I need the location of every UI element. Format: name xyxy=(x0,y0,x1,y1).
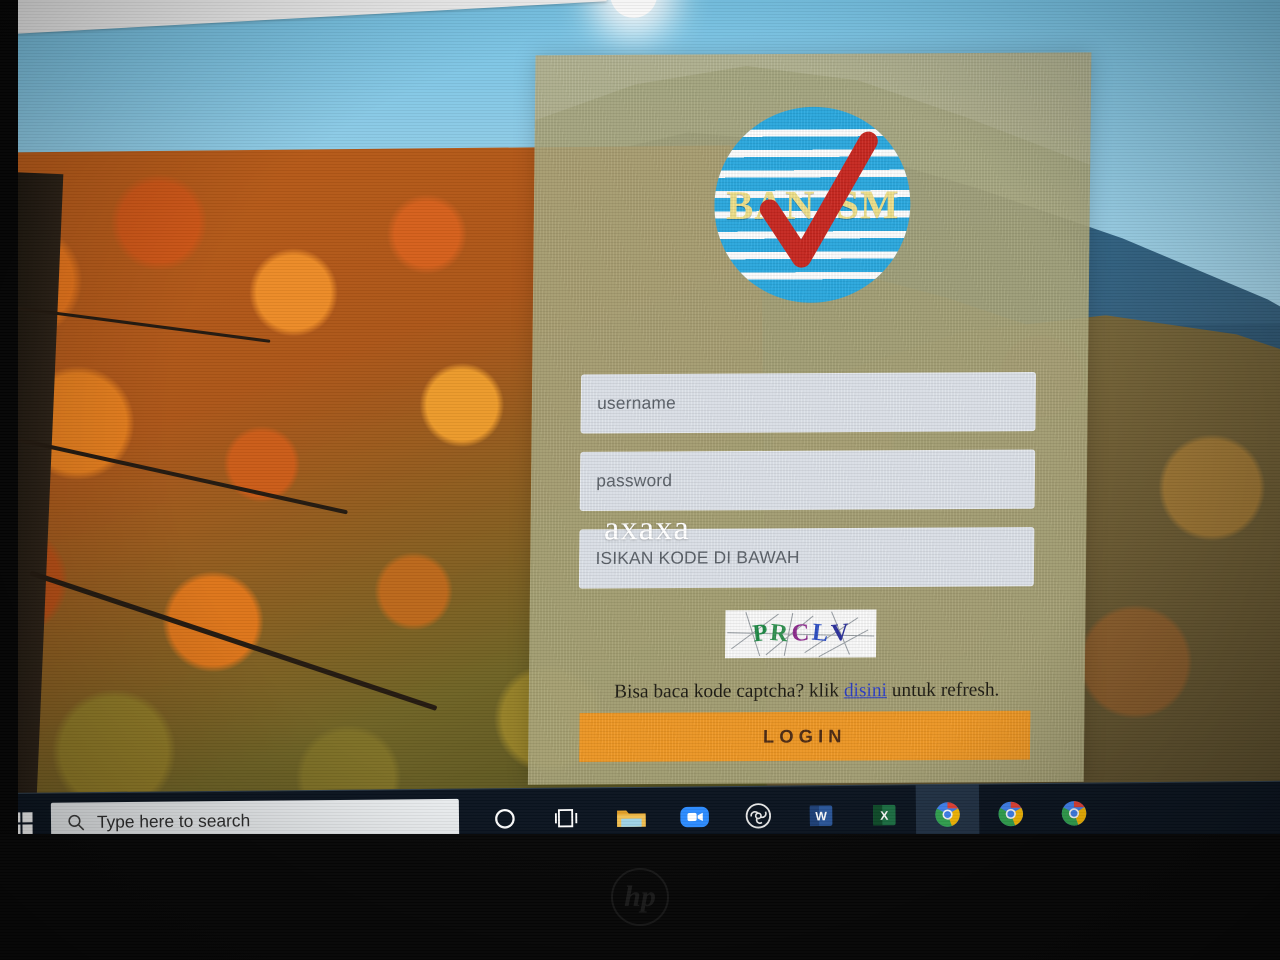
username-placeholder: username xyxy=(597,393,676,414)
logo-container: BAN SM xyxy=(712,106,911,304)
hint-text-after: untuk refresh. xyxy=(886,679,1000,702)
captcha-letter-2: R xyxy=(769,619,790,648)
photo-of-laptop-screen: BAN SM username password ISIKAN KODE DI … xyxy=(0,0,1280,960)
task-view-glyph-icon xyxy=(554,808,578,827)
microsoft-word-icon: W xyxy=(809,804,833,826)
captcha-image[interactable]: P R C L V xyxy=(725,609,877,659)
captcha-letter-4: L xyxy=(810,619,830,648)
captcha-letters: P R C L V xyxy=(725,609,876,658)
captcha-refresh-hint: Bisa baca kode captcha? klik disini untu… xyxy=(529,679,1085,704)
laptop-bottom-bezel: hp xyxy=(0,834,1280,960)
laptop-screen: BAN SM username password ISIKAN KODE DI … xyxy=(0,0,1280,853)
google-chrome-icon xyxy=(1061,800,1087,826)
search-icon xyxy=(68,814,85,831)
microsoft-excel-icon: X xyxy=(873,804,896,825)
google-chrome-icon xyxy=(935,801,960,827)
svg-text:X: X xyxy=(880,808,889,822)
captcha-letter-3: C xyxy=(790,619,810,648)
screen-left-bezel xyxy=(0,0,18,836)
hp-logo: hp xyxy=(611,868,669,926)
zoom-camera-icon xyxy=(680,806,709,827)
hint-text-before: Bisa baca kode captcha? klik xyxy=(614,680,844,703)
obs-logo-icon xyxy=(745,803,771,829)
refresh-captcha-link[interactable]: disini xyxy=(844,680,887,702)
axaxa-watermark: axaxa xyxy=(603,509,691,548)
google-chrome-icon xyxy=(998,801,1024,826)
captcha-letter-1: P xyxy=(750,619,769,648)
captcha-code-placeholder: ISIKAN KODE DI BAWAH xyxy=(595,547,800,569)
folder-icon xyxy=(617,809,646,827)
svg-text:W: W xyxy=(815,809,827,823)
cortana-circle-icon xyxy=(495,808,515,829)
login-card: BAN SM username password ISIKAN KODE DI … xyxy=(527,52,1092,785)
search-placeholder: Type here to search xyxy=(96,810,251,832)
captcha-letter-5: V xyxy=(830,619,850,648)
password-placeholder: password xyxy=(596,470,673,491)
ban-sm-logo: BAN SM xyxy=(712,106,911,304)
login-button[interactable]: LOGIN xyxy=(579,710,1031,763)
username-input[interactable]: username xyxy=(580,371,1037,434)
password-input[interactable]: password xyxy=(579,449,1036,512)
red-checkmark-icon xyxy=(759,131,878,268)
